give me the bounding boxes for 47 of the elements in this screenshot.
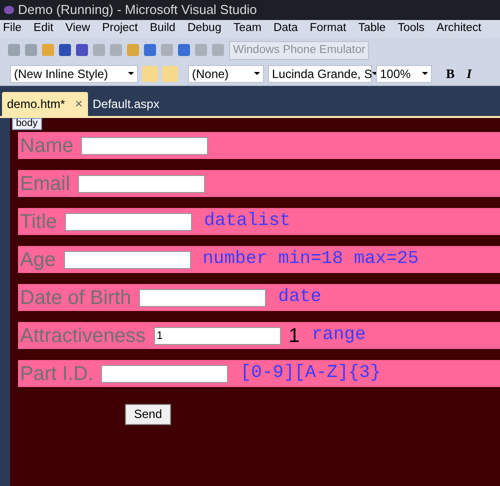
- field-label: Date of Birth: [20, 286, 132, 310]
- caret-icon: [254, 72, 260, 75]
- input-field[interactable]: [64, 250, 191, 268]
- type-note: range: [312, 324, 366, 347]
- type-note: number min=18 max=25: [202, 248, 419, 271]
- input-field[interactable]: [78, 174, 206, 192]
- font-size-dropdown[interactable]: 100%: [376, 64, 432, 82]
- input-field[interactable]: [139, 288, 266, 306]
- tab[interactable]: Default.aspx: [88, 92, 164, 116]
- caret-icon: [128, 72, 134, 75]
- bold-button[interactable]: B: [444, 64, 457, 84]
- type-note: datalist: [204, 210, 290, 233]
- menu-item[interactable]: Build: [150, 20, 176, 38]
- field-label: Part I.D.: [20, 362, 94, 386]
- field-label: Attractiveness: [20, 324, 146, 348]
- menu-item[interactable]: File: [3, 20, 22, 38]
- menu-item[interactable]: Data: [273, 20, 298, 38]
- menu-item[interactable]: Table: [358, 20, 386, 38]
- field-label: Title: [20, 210, 58, 234]
- value-output: 1: [288, 324, 300, 348]
- field-label: Email: [20, 172, 70, 196]
- caret-icon: [422, 72, 428, 75]
- menu-item[interactable]: Architect: [436, 20, 482, 38]
- app-icon: [4, 6, 14, 14]
- close-icon[interactable]: ×: [75, 94, 83, 114]
- input-field[interactable]: [81, 136, 208, 154]
- field-label: Name: [20, 134, 74, 158]
- send-button[interactable]: Send: [125, 404, 172, 424]
- menu-item[interactable]: View: [65, 20, 90, 38]
- tab[interactable]: demo.htm* ×: [2, 92, 88, 116]
- type-note: [0-9][A-Z]{3}: [240, 362, 381, 385]
- window-title: Demo (Running) - Microsoft Visual Studio: [18, 1, 257, 20]
- input-field[interactable]: 1: [154, 326, 281, 344]
- menu-item[interactable]: Edit: [34, 20, 54, 38]
- menu-item[interactable]: Project: [102, 20, 138, 38]
- tag-label: body: [12, 118, 42, 130]
- block-format-dropdown[interactable]: (None): [188, 64, 264, 82]
- input-field[interactable]: [65, 212, 192, 230]
- field-label: Age: [20, 248, 56, 272]
- style-dropdown[interactable]: (New Inline Style): [10, 64, 138, 82]
- input-field[interactable]: [101, 364, 228, 382]
- menu-item[interactable]: Format: [310, 20, 346, 38]
- italic-button[interactable]: I: [464, 64, 474, 84]
- menu-item[interactable]: Team: [233, 20, 262, 38]
- type-note: date: [278, 286, 322, 309]
- menu-item[interactable]: Tools: [398, 20, 425, 38]
- menu-item[interactable]: Debug: [187, 20, 222, 38]
